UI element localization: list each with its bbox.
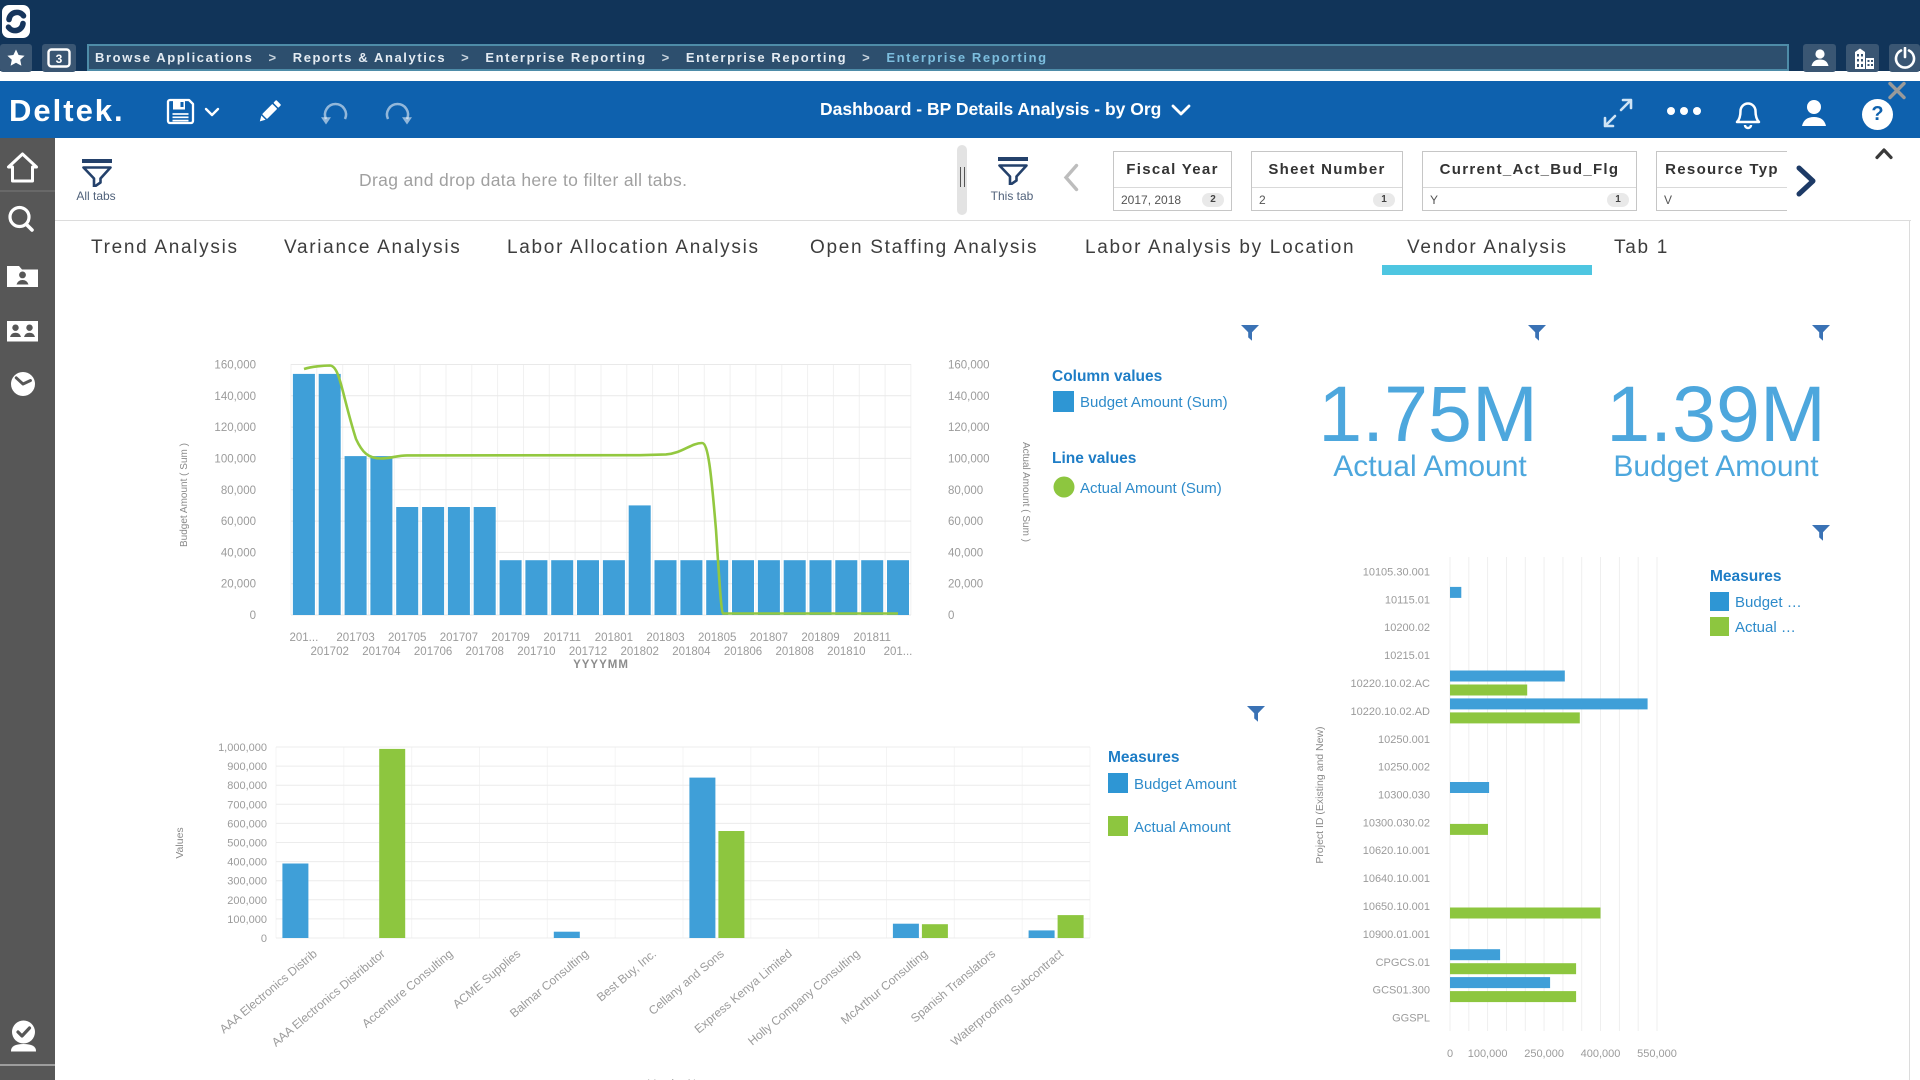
svg-text:1,000,000: 1,000,000 xyxy=(218,742,267,754)
svg-text:120,000: 120,000 xyxy=(948,422,990,434)
svg-text:1.39M: 1.39M xyxy=(1606,369,1826,458)
svg-text:201...: 201... xyxy=(884,646,913,658)
svg-text:201709: 201709 xyxy=(491,632,529,644)
svg-text:10220.10.02.AD: 10220.10.02.AD xyxy=(1350,706,1430,718)
svg-text:10105.30.001: 10105.30.001 xyxy=(1363,567,1430,579)
svg-text:Column values: Column values xyxy=(1052,368,1162,385)
svg-text:201807: 201807 xyxy=(750,632,788,644)
svg-text:800,000: 800,000 xyxy=(227,780,267,792)
svg-text:10200.02: 10200.02 xyxy=(1384,622,1430,634)
svg-text:0: 0 xyxy=(250,610,256,622)
svg-text:40,000: 40,000 xyxy=(948,547,983,559)
svg-text:Waterproofing Subcontract: Waterproofing Subcontract xyxy=(948,946,1067,1049)
svg-text:Actual …: Actual … xyxy=(1735,619,1796,636)
svg-text:Budget Amount ( Sum ): Budget Amount ( Sum ) xyxy=(179,443,190,547)
svg-text:1.75M: 1.75M xyxy=(1318,369,1538,458)
svg-text:CPGCS.01: CPGCS.01 xyxy=(1376,957,1430,969)
svg-text:AAA Electronics Distributor: AAA Electronics Distributor xyxy=(269,947,388,1050)
svg-text:201803: 201803 xyxy=(646,632,684,644)
svg-text:201711: 201711 xyxy=(543,632,581,644)
svg-text:Budget Amount: Budget Amount xyxy=(1134,776,1237,793)
svg-text:201810: 201810 xyxy=(827,646,865,658)
svg-text:Budget Amount (Sum): Budget Amount (Sum) xyxy=(1080,394,1228,411)
svg-text:10300.030.02: 10300.030.02 xyxy=(1363,817,1430,829)
svg-text:201712: 201712 xyxy=(569,646,607,658)
svg-text:300,000: 300,000 xyxy=(227,876,267,888)
svg-text:400,000: 400,000 xyxy=(227,857,267,869)
svg-text:Actual Amount (Sum): Actual Amount (Sum) xyxy=(1080,480,1222,497)
svg-text:60,000: 60,000 xyxy=(221,516,256,528)
svg-text:900,000: 900,000 xyxy=(227,761,267,773)
svg-text:Actual Amount: Actual Amount xyxy=(1134,819,1232,836)
svg-text:10215.01: 10215.01 xyxy=(1384,650,1430,662)
svg-text:Actual Amount: Actual Amount xyxy=(1333,450,1527,483)
svg-text:GCS01.300: GCS01.300 xyxy=(1373,985,1430,997)
svg-text:ACME Supplies: ACME Supplies xyxy=(450,947,523,1012)
svg-text:201...: 201... xyxy=(290,632,319,644)
svg-text:80,000: 80,000 xyxy=(221,485,256,497)
svg-text:550,000: 550,000 xyxy=(1637,1048,1677,1060)
svg-text:0: 0 xyxy=(948,610,954,622)
svg-text:100,000: 100,000 xyxy=(1468,1048,1508,1060)
svg-text:Budget …: Budget … xyxy=(1735,594,1802,611)
svg-text:20,000: 20,000 xyxy=(948,579,983,591)
svg-text:201805: 201805 xyxy=(698,632,736,644)
svg-text:140,000: 140,000 xyxy=(948,391,990,403)
svg-text:Measures: Measures xyxy=(1108,749,1180,766)
svg-text:160,000: 160,000 xyxy=(948,360,990,372)
svg-text:700,000: 700,000 xyxy=(227,799,267,811)
svg-text:Holly Company Consulting: Holly Company Consulting xyxy=(745,947,862,1049)
svg-text:201707: 201707 xyxy=(440,632,478,644)
svg-text:400,000: 400,000 xyxy=(1581,1048,1621,1060)
svg-text:YYYYMM: YYYYMM xyxy=(573,659,629,671)
svg-text:10900.01.001: 10900.01.001 xyxy=(1363,929,1430,941)
svg-text:100,000: 100,000 xyxy=(227,914,267,926)
svg-text:201708: 201708 xyxy=(466,646,504,658)
svg-text:Budget Amount: Budget Amount xyxy=(1613,450,1819,483)
svg-text:201806: 201806 xyxy=(724,646,762,658)
svg-text:160,000: 160,000 xyxy=(214,360,256,372)
svg-text:Actual Amount ( Sum ): Actual Amount ( Sum ) xyxy=(1020,442,1031,542)
svg-text:60,000: 60,000 xyxy=(948,516,983,528)
svg-text:10300.030: 10300.030 xyxy=(1378,790,1430,802)
svg-text:10220.10.02.AC: 10220.10.02.AC xyxy=(1350,678,1430,690)
svg-text:201703: 201703 xyxy=(336,632,374,644)
svg-text:10620.10.001: 10620.10.001 xyxy=(1363,845,1430,857)
svg-text:201802: 201802 xyxy=(621,646,659,658)
svg-text:100,000: 100,000 xyxy=(214,453,256,465)
svg-text:0: 0 xyxy=(1447,1048,1453,1060)
svg-text:Best Buy, Inc.: Best Buy, Inc. xyxy=(594,947,659,1005)
svg-text:201702: 201702 xyxy=(311,646,349,658)
svg-text:140,000: 140,000 xyxy=(214,391,256,403)
svg-text:201710: 201710 xyxy=(517,646,555,658)
svg-text:201811: 201811 xyxy=(853,632,891,644)
svg-text:40,000: 40,000 xyxy=(221,547,256,559)
svg-text:0: 0 xyxy=(261,933,267,945)
svg-text:200,000: 200,000 xyxy=(227,895,267,907)
svg-text:201801: 201801 xyxy=(595,632,633,644)
svg-text:600,000: 600,000 xyxy=(227,818,267,830)
svg-text:Line values: Line values xyxy=(1052,450,1136,467)
svg-text:10250.002: 10250.002 xyxy=(1378,762,1430,774)
svg-text:Project ID (Existing and New): Project ID (Existing and New) xyxy=(1314,726,1326,863)
svg-text:Measures: Measures xyxy=(1710,568,1782,585)
svg-text:201706: 201706 xyxy=(414,646,452,658)
svg-text:10640.10.001: 10640.10.001 xyxy=(1363,873,1430,885)
svg-text:100,000: 100,000 xyxy=(948,453,990,465)
svg-text:201704: 201704 xyxy=(362,646,401,658)
svg-text:10250.001: 10250.001 xyxy=(1378,734,1430,746)
svg-text:201808: 201808 xyxy=(776,646,814,658)
svg-text:10115.01: 10115.01 xyxy=(1385,594,1430,606)
svg-text:201705: 201705 xyxy=(388,632,426,644)
svg-text:500,000: 500,000 xyxy=(227,838,267,850)
svg-text:80,000: 80,000 xyxy=(948,485,983,497)
svg-text:120,000: 120,000 xyxy=(214,422,256,434)
svg-text:Values: Values xyxy=(174,827,186,858)
svg-text:20,000: 20,000 xyxy=(221,579,256,591)
svg-text:10650.10.001: 10650.10.001 xyxy=(1363,901,1430,913)
svg-text:GGSPL: GGSPL xyxy=(1392,1013,1430,1025)
svg-text:201804: 201804 xyxy=(672,646,711,658)
svg-text:201809: 201809 xyxy=(801,632,839,644)
svg-text:250,000: 250,000 xyxy=(1524,1048,1564,1060)
